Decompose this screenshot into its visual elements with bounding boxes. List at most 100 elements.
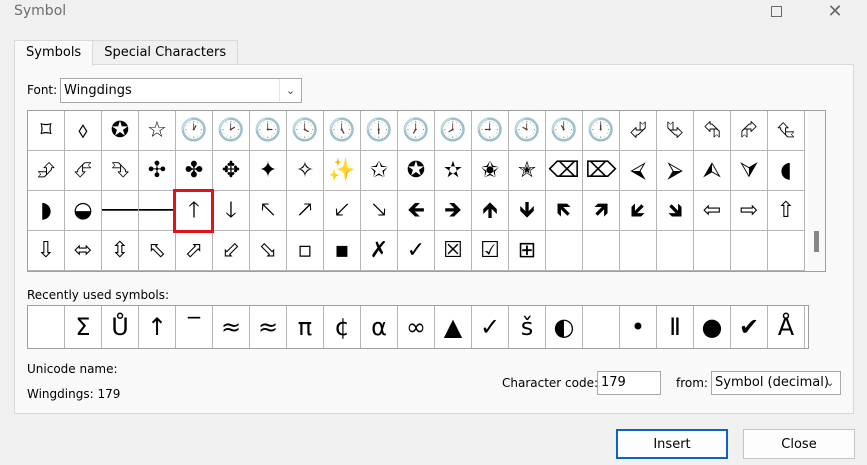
symbol-cell[interactable]: 🡓 — [213, 191, 250, 231]
recent-symbol-cell[interactable]: π — [287, 306, 324, 348]
symbol-cell[interactable]: ⮵ — [28, 151, 65, 191]
symbol-cell[interactable]: ⮷ — [102, 151, 139, 191]
symbol-cell[interactable]: ✭ — [509, 151, 546, 191]
symbol-cell[interactable] — [620, 231, 657, 271]
symbol-cell[interactable]: 🕚 — [546, 111, 583, 151]
symbol-cell[interactable]: 🡑 — [176, 191, 213, 231]
symbol-cell[interactable]: ⮲ — [694, 111, 731, 151]
recent-symbol-cell[interactable]: ≈ — [213, 306, 250, 348]
symbol-cell[interactable]: ✗ — [361, 231, 398, 271]
symbol-cell[interactable]: 🡸 — [398, 191, 435, 231]
symbol-cell[interactable]: ⌦ — [583, 151, 620, 191]
symbol-cell[interactable]: ⮚ — [657, 151, 694, 191]
chevron-down-icon[interactable]: ⌄ — [279, 79, 301, 102]
symbol-cell[interactable]: ◖ — [768, 151, 805, 191]
recent-symbol-cell[interactable]: Å — [768, 306, 805, 348]
symbol-cell[interactable]: ☆ — [139, 111, 176, 151]
recent-symbol-cell[interactable]: α — [361, 306, 398, 348]
recent-symbol-cell[interactable]: ≈ — [250, 306, 287, 348]
recent-symbol-cell[interactable]: ‾ — [176, 306, 213, 348]
symbol-cell[interactable]: 🕔 — [324, 111, 361, 151]
symbol-cell[interactable]: 🡼 — [546, 191, 583, 231]
symbol-cell[interactable]: ✪ — [398, 151, 435, 191]
symbol-cell[interactable]: 🕕 — [361, 111, 398, 151]
symbol-cell[interactable]: ⮘ — [620, 151, 657, 191]
symbol-cell[interactable] — [694, 231, 731, 271]
symbol-cell[interactable]: 🡕 — [287, 191, 324, 231]
recent-symbol-cell[interactable]: ↑ — [139, 306, 176, 348]
recent-symbol-cell[interactable]: ¢ — [324, 306, 361, 348]
symbol-cell[interactable]: ⮱ — [657, 111, 694, 151]
character-code-input[interactable]: 179 — [597, 371, 661, 395]
recent-symbol-cell[interactable]: Σ — [65, 306, 102, 348]
symbol-cell[interactable] — [28, 271, 65, 272]
symbol-cell[interactable] — [731, 231, 768, 271]
symbol-cell[interactable]: 🕒 — [250, 111, 287, 151]
symbol-cell[interactable]: ⇦ — [694, 191, 731, 231]
close-button[interactable]: Close — [743, 429, 855, 459]
symbol-cell[interactable]: ✨ — [324, 151, 361, 191]
recent-symbol-cell[interactable]: ◐ — [546, 306, 583, 348]
symbol-cell[interactable]: 🕖 — [398, 111, 435, 151]
symbol-cell[interactable]: 🡿 — [620, 191, 657, 231]
symbol-cell[interactable]: 🕘 — [472, 111, 509, 151]
recent-symbol-cell[interactable]: š — [509, 306, 546, 348]
recent-symbol-cell[interactable]: Ů — [102, 306, 139, 348]
symbol-cell[interactable]: ⬀ — [176, 231, 213, 271]
symbol-cell[interactable] — [583, 231, 620, 271]
symbol-cell[interactable]: ⮴ — [768, 111, 805, 151]
symbol-cell[interactable] — [657, 231, 694, 271]
symbol-cell[interactable]: 🕐 — [176, 111, 213, 151]
symbol-cell[interactable]: ⇨ — [731, 191, 768, 231]
tab-symbols[interactable]: Symbols — [14, 40, 94, 66]
symbol-cell[interactable]: ▫ — [287, 231, 324, 271]
symbol-cell[interactable] — [546, 231, 583, 271]
chevron-down-icon[interactable]: ⌄ — [820, 372, 840, 394]
from-select[interactable]: Symbol (decimal) ⌄ — [711, 371, 841, 395]
symbol-cell[interactable]: 🕑 — [213, 111, 250, 151]
symbol-cell[interactable]: 🡹 — [472, 191, 509, 231]
symbol-cell[interactable]: ⬂ — [250, 231, 287, 271]
symbol-cell[interactable]: ◗ — [28, 191, 65, 231]
symbol-cell[interactable]: ⇳ — [102, 231, 139, 271]
symbol-cell[interactable]: ✩ — [361, 151, 398, 191]
symbol-cell[interactable]: ⮰ — [620, 111, 657, 151]
symbol-cell[interactable]: ✬ — [472, 151, 509, 191]
symbol-cell[interactable]: ✫ — [435, 151, 472, 191]
symbol-cell[interactable]: ✧ — [287, 151, 324, 191]
symbol-cell[interactable]: ✦ — [250, 151, 287, 191]
symbol-cell[interactable]: 🡖 — [361, 191, 398, 231]
symbol-cell[interactable]: 🕛 — [583, 111, 620, 151]
font-select[interactable]: Wingdings ⌄ — [60, 78, 302, 103]
symbol-cell[interactable]: ▪ — [324, 231, 361, 271]
insert-button[interactable]: Insert — [616, 429, 728, 459]
symbol-cell[interactable]: ⇩ — [28, 231, 65, 271]
symbol-cell[interactable]: ✓ — [398, 231, 435, 271]
symbol-cell[interactable]: ✣ — [139, 151, 176, 191]
maximize-icon[interactable] — [756, 0, 796, 22]
recent-symbol-cell[interactable]: ✓ — [472, 306, 509, 348]
recent-symbol-cell[interactable]: ∞ — [398, 306, 435, 348]
symbol-cell[interactable]: ☑ — [472, 231, 509, 271]
symbol-cell[interactable]: ⌫ — [546, 151, 583, 191]
recent-symbol-cell[interactable] — [583, 306, 620, 348]
close-icon[interactable]: ✕ — [815, 0, 855, 22]
symbol-cell[interactable]: 🡐 — [102, 191, 139, 231]
recent-symbol-cell[interactable] — [28, 306, 65, 348]
recent-symbol-cell[interactable]: ✔ — [731, 306, 768, 348]
symbol-cell[interactable]: ✤ — [176, 151, 213, 191]
symbol-cell[interactable]: 🡽 — [583, 191, 620, 231]
recent-symbol-cell[interactable]: Ⅱ — [657, 306, 694, 348]
symbol-cell[interactable]: 🕓 — [287, 111, 324, 151]
symbol-cell[interactable]: ⬃ — [213, 231, 250, 271]
symbol-cell[interactable]: ⊞ — [509, 231, 546, 271]
symbol-cell[interactable]: ◒ — [65, 191, 102, 231]
symbol-cell[interactable]: 🕙 — [509, 111, 546, 151]
symbol-cell[interactable]: ⮛ — [731, 151, 768, 191]
symbol-cell[interactable]: 🡺 — [435, 191, 472, 231]
symbol-cell[interactable]: ⇧ — [768, 191, 805, 231]
symbol-cell[interactable]: 🡒 — [139, 191, 176, 231]
symbol-cell[interactable]: ⬁ — [139, 231, 176, 271]
symbol-cell[interactable]: ✥ — [213, 151, 250, 191]
symbol-cell[interactable]: 🡗 — [324, 191, 361, 231]
